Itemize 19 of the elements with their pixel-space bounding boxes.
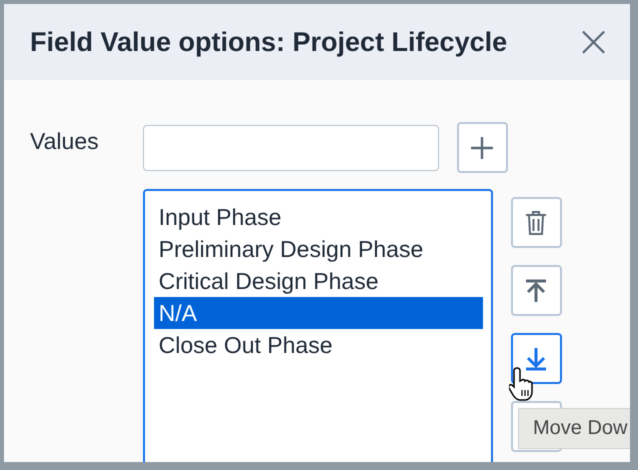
values-label: Values: [30, 128, 99, 156]
list-option[interactable]: Close Out Phase: [154, 329, 483, 361]
plus-icon: [470, 136, 494, 160]
list-option[interactable]: N/A: [154, 297, 483, 329]
dialog-title: Field Value options: Project Lifecycle: [30, 26, 508, 58]
list-option[interactable]: Critical Design Phase: [154, 265, 483, 297]
add-button[interactable]: [456, 122, 508, 173]
list-option[interactable]: Preliminary Design Phase: [154, 233, 483, 265]
list-option[interactable]: Input Phase: [154, 201, 483, 233]
trash-icon: [525, 210, 548, 236]
move-to-top-button[interactable]: [510, 265, 562, 316]
close-button[interactable]: ×: [575, 20, 612, 64]
move-down-button[interactable]: [510, 333, 562, 384]
values-listbox[interactable]: Input Phase Preliminary Design Phase Critical Design Phase N/A Close Out Phase: [142, 189, 493, 462]
arrow-up-to-line-icon: [525, 278, 548, 302]
arrow-down-to-line-icon: [525, 346, 548, 370]
value-input-field[interactable]: [142, 124, 439, 170]
tooltip: Move Dow: [518, 408, 630, 449]
delete-button[interactable]: [510, 197, 562, 248]
